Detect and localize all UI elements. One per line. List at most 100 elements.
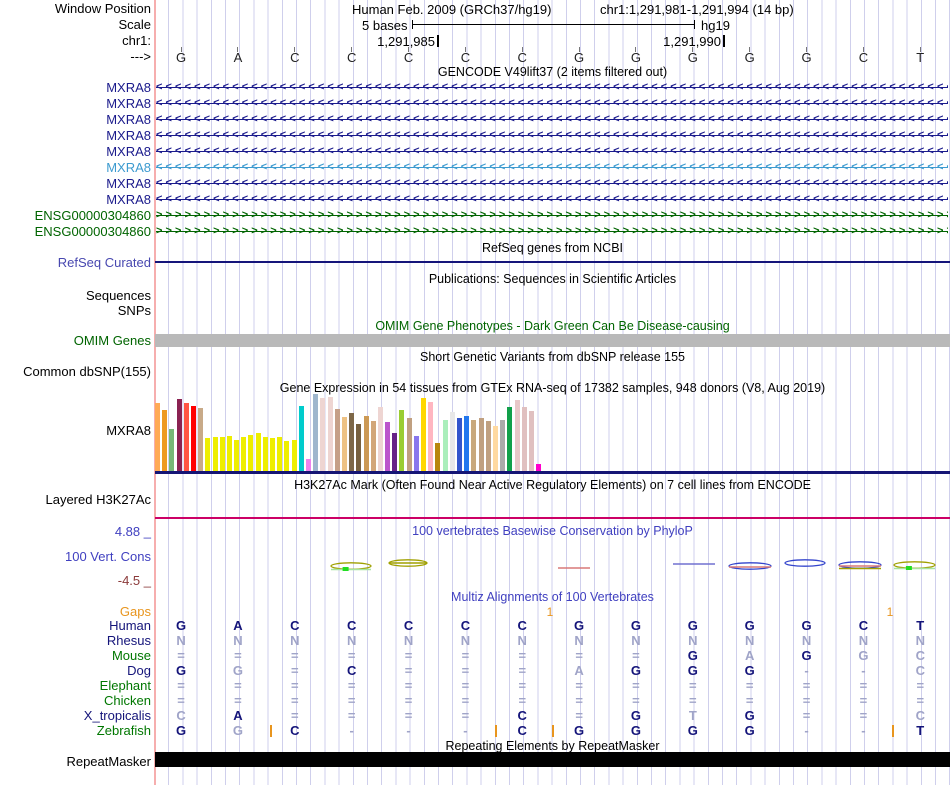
transcript-label[interactable]: MXRA8 <box>0 128 151 143</box>
refseq-track-title[interactable]: RefSeq genes from NCBI <box>155 242 950 255</box>
expression-bar[interactable] <box>414 436 419 471</box>
expression-bar[interactable] <box>263 437 268 471</box>
expression-bar[interactable] <box>205 438 210 471</box>
expression-bar[interactable] <box>428 402 433 471</box>
transcript-row[interactable]: MXRA8<<<<<<<<<<<<<<<<<<<<<<<<<<<<<<<<<<<… <box>0 96 950 111</box>
expression-bar[interactable] <box>270 438 275 471</box>
transcript-label[interactable]: ENSG00000304860 <box>0 224 151 239</box>
expression-bar[interactable] <box>248 435 253 471</box>
transcript-label[interactable]: MXRA8 <box>0 112 151 127</box>
transcript-row[interactable]: ENSG00000304860>>>>>>>>>>>>>>>>>>>>>>>>>… <box>0 224 950 239</box>
transcript-label[interactable]: MXRA8 <box>0 80 151 95</box>
h3k27ac-track-title[interactable]: H3K27Ac Mark (Often Found Near Active Re… <box>155 479 950 492</box>
gtex-gene-label[interactable]: MXRA8 <box>0 424 151 438</box>
gtex-track-title[interactable]: Gene Expression in 54 tissues from GTEx … <box>155 382 950 395</box>
transcript-label[interactable]: MXRA8 <box>0 192 151 207</box>
expression-bar[interactable] <box>457 418 462 471</box>
expression-bar[interactable] <box>385 422 390 471</box>
conservation-label[interactable]: 100 Vert. Cons <box>0 550 151 564</box>
transcript-row[interactable]: MXRA8<<<<<<<<<<<<<<<<<<<<<<<<<<<<<<<<<<<… <box>0 80 950 95</box>
expression-bar[interactable] <box>256 433 261 471</box>
expression-bar[interactable] <box>529 411 534 471</box>
transcript-label[interactable]: MXRA8 <box>0 160 151 175</box>
expression-bar[interactable] <box>227 436 232 471</box>
species-label[interactable]: Human <box>0 619 151 633</box>
expression-bar[interactable] <box>371 421 376 471</box>
transcript-label[interactable]: MXRA8 <box>0 144 151 159</box>
expression-bar[interactable] <box>450 412 455 471</box>
transcript-label[interactable]: MXRA8 <box>0 96 151 111</box>
expression-bar[interactable] <box>507 407 512 471</box>
transcript-row[interactable]: MXRA8<<<<<<<<<<<<<<<<<<<<<<<<<<<<<<<<<<<… <box>0 112 950 127</box>
transcript-row[interactable]: MXRA8<<<<<<<<<<<<<<<<<<<<<<<<<<<<<<<<<<<… <box>0 176 950 191</box>
multiz-track-title[interactable]: Multiz Alignments of 100 Vertebrates <box>155 591 950 604</box>
transcript-row[interactable]: ENSG00000304860>>>>>>>>>>>>>>>>>>>>>>>>>… <box>0 208 950 223</box>
expression-bar[interactable] <box>464 416 469 471</box>
expression-bar[interactable] <box>407 418 412 471</box>
expression-bar[interactable] <box>162 410 167 471</box>
expression-bar[interactable] <box>479 418 484 471</box>
expression-bar[interactable] <box>335 409 340 471</box>
gencode-track-title[interactable]: GENCODE V49lift37 (2 items filtered out) <box>155 66 950 79</box>
expression-bar[interactable] <box>220 437 225 471</box>
species-label[interactable]: Elephant <box>0 679 151 693</box>
expression-bar[interactable] <box>399 410 404 471</box>
species-label[interactable]: Dog <box>0 664 151 678</box>
expression-bar[interactable] <box>284 441 289 471</box>
repeatmasker-element-bar[interactable] <box>155 752 950 767</box>
expression-bar[interactable] <box>364 416 369 471</box>
expression-bar[interactable] <box>277 437 282 471</box>
species-label[interactable]: Mouse <box>0 649 151 663</box>
expression-bar[interactable] <box>493 426 498 471</box>
strand-direction-label[interactable]: ---> <box>0 50 151 64</box>
expression-bar[interactable] <box>536 464 541 471</box>
expression-bar[interactable] <box>234 440 239 471</box>
transcript-label[interactable]: MXRA8 <box>0 176 151 191</box>
dbsnp-label[interactable]: Common dbSNP(155) <box>0 365 151 379</box>
refseq-curated-label[interactable]: RefSeq Curated <box>0 256 151 270</box>
expression-bar[interactable] <box>515 400 520 471</box>
repeatmasker-label[interactable]: RepeatMasker <box>0 755 151 769</box>
species-label[interactable]: Zebrafish <box>0 724 151 738</box>
expression-bar[interactable] <box>169 429 174 471</box>
expression-bar[interactable] <box>328 397 333 471</box>
refseq-gene-bar[interactable] <box>155 261 950 263</box>
omim-gene-bar[interactable] <box>155 334 950 347</box>
expression-bar[interactable] <box>349 413 354 471</box>
expression-bar[interactable] <box>500 420 505 471</box>
transcript-label[interactable]: ENSG00000304860 <box>0 208 151 223</box>
expression-bar[interactable] <box>486 421 491 471</box>
species-label[interactable]: Chicken <box>0 694 151 708</box>
expression-bar[interactable] <box>213 437 218 471</box>
expression-bar[interactable] <box>471 420 476 471</box>
expression-bar[interactable] <box>191 406 196 471</box>
expression-bar[interactable] <box>421 398 426 471</box>
expression-bar[interactable] <box>241 437 246 471</box>
conservation-track-title[interactable]: 100 vertebrates Basewise Conservation by… <box>155 525 950 538</box>
transcript-row[interactable]: MXRA8<<<<<<<<<<<<<<<<<<<<<<<<<<<<<<<<<<<… <box>0 144 950 159</box>
h3k27ac-label[interactable]: Layered H3K27Ac <box>0 493 151 507</box>
transcript-row[interactable]: MXRA8<<<<<<<<<<<<<<<<<<<<<<<<<<<<<<<<<<<… <box>0 192 950 207</box>
publications-track-title[interactable]: Publications: Sequences in Scientific Ar… <box>155 273 950 286</box>
expression-bar[interactable] <box>155 403 160 471</box>
expression-bar[interactable] <box>443 420 448 471</box>
omim-track-title[interactable]: OMIM Gene Phenotypes - Dark Green Can Be… <box>155 320 950 333</box>
species-label[interactable]: Rhesus <box>0 634 151 648</box>
publications-sequences-label[interactable]: Sequences <box>0 289 151 303</box>
expression-bar[interactable] <box>435 443 440 471</box>
expression-bar[interactable] <box>392 433 397 471</box>
expression-bar[interactable] <box>177 399 182 471</box>
gaps-label[interactable]: Gaps <box>0 605 151 619</box>
expression-bar[interactable] <box>342 417 347 471</box>
expression-bar[interactable] <box>198 408 203 471</box>
expression-bar[interactable] <box>306 459 311 471</box>
publications-snps-label[interactable]: SNPs <box>0 304 151 318</box>
expression-bar[interactable] <box>292 440 297 471</box>
expression-bar[interactable] <box>522 407 527 471</box>
omim-genes-label[interactable]: OMIM Genes <box>0 334 151 348</box>
expression-bar[interactable] <box>320 398 325 471</box>
species-label[interactable]: X_tropicalis <box>0 709 151 723</box>
expression-bar[interactable] <box>299 406 304 471</box>
dbsnp-track-title[interactable]: Short Genetic Variants from dbSNP releas… <box>155 351 950 364</box>
expression-bar[interactable] <box>313 394 318 471</box>
